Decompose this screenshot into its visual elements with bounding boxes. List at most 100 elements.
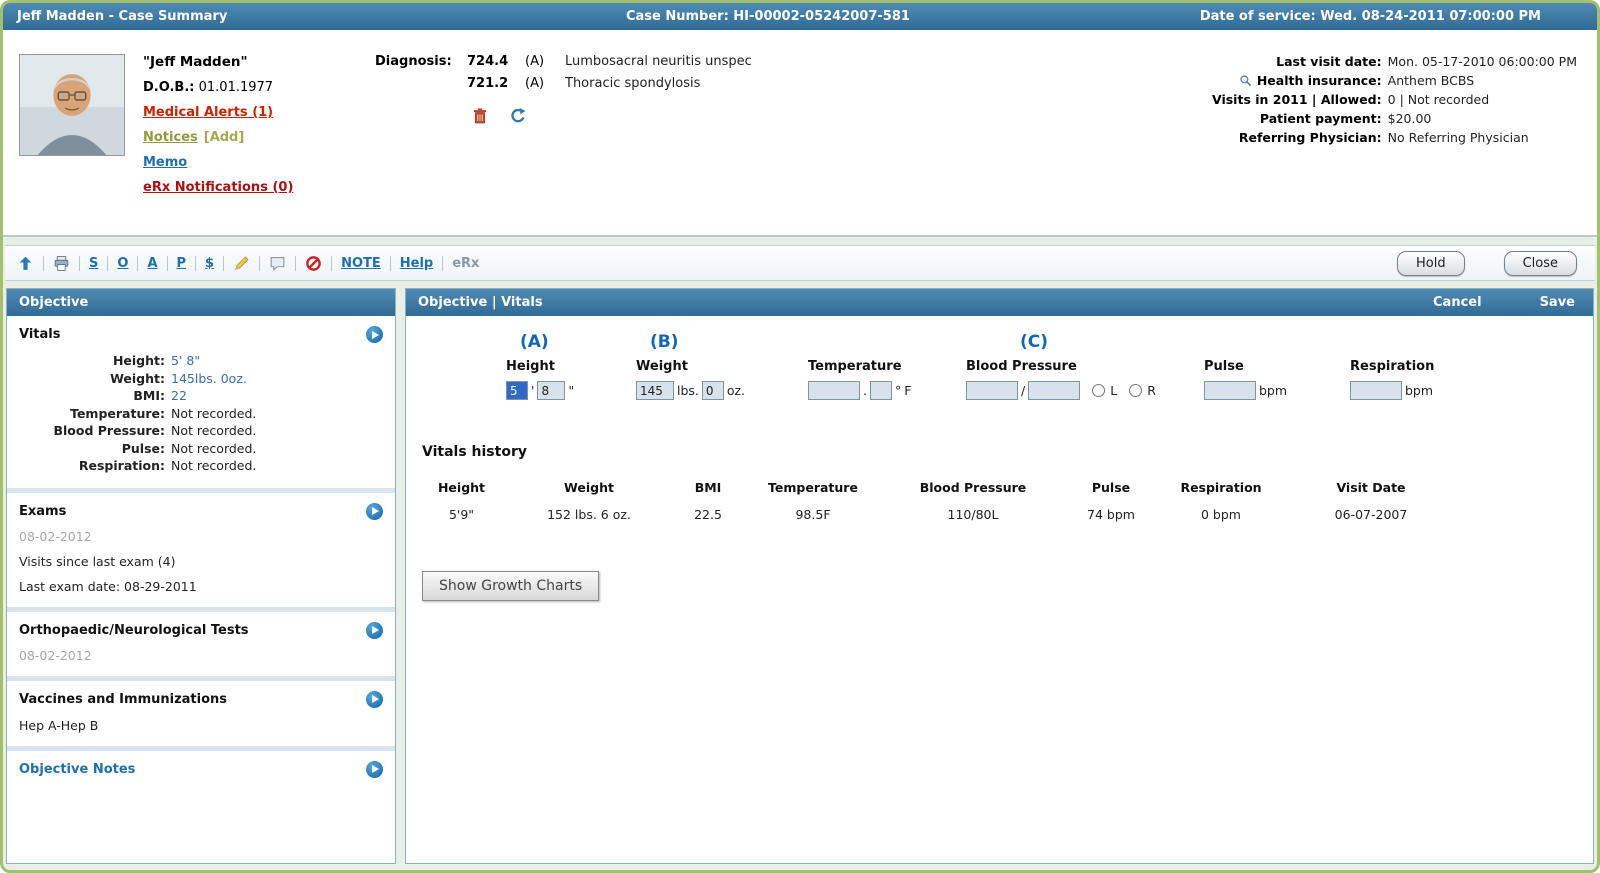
visit-info-label: Last visit date: (1276, 54, 1382, 69)
exams-section-title: Exams (19, 503, 67, 519)
window-title: Jeff Madden - Case Summary (17, 9, 228, 24)
temperature-label: Temperature (808, 359, 902, 374)
objective-notes-title[interactable]: Objective Notes (19, 762, 135, 777)
vital-value: Not recorded. (171, 440, 257, 456)
magnifier-icon[interactable] (1239, 74, 1252, 87)
toolbar-link-plan[interactable]: P (177, 256, 187, 271)
block-icon[interactable] (305, 255, 322, 272)
exams-line: Last exam date: 08-29-2011 (19, 578, 197, 594)
height-inches-input[interactable] (537, 381, 566, 400)
history-header: Respiration (1180, 480, 1262, 495)
temperature-fraction-input[interactable] (869, 381, 892, 400)
degree-symbol: ° (894, 383, 902, 398)
bp-systolic-input[interactable] (966, 381, 1018, 400)
vitals-panel-title: Objective | Vitals (418, 295, 543, 310)
visit-info-value: Anthem BCBS (1387, 73, 1475, 88)
patient-photo-image (20, 55, 124, 155)
annotation-a: (A) (520, 332, 549, 352)
toolbar-separator (43, 255, 44, 271)
print-icon[interactable] (53, 255, 70, 272)
cancel-link[interactable]: Cancel (1433, 295, 1482, 310)
memo-link[interactable]: Memo (143, 155, 187, 170)
vitals-history-title: Vitals history (422, 444, 527, 460)
medical-alerts-link[interactable]: Medical Alerts (1) (143, 105, 273, 120)
history-cell-bmi: 22.5 (694, 507, 722, 522)
fahrenheit-unit: F (904, 383, 912, 398)
vitals-panel-header: Objective | Vitals Cancel Save (406, 289, 1593, 316)
toolbar-link-assessment[interactable]: A (147, 256, 157, 271)
note-link[interactable]: NOTE (341, 256, 381, 271)
sidebar-title: Objective (19, 295, 89, 310)
title-bar: Jeff Madden - Case Summary Case Number: … (3, 3, 1597, 30)
toolbar-link-billing[interactable]: $ (205, 256, 214, 271)
expand-vaccines-icon[interactable] (366, 690, 383, 708)
show-growth-charts-button[interactable]: Show Growth Charts (422, 571, 600, 601)
toolbar-link-subjective[interactable]: S (89, 256, 98, 271)
weight-oz-input[interactable] (701, 381, 724, 400)
vital-label: Height: (112, 353, 165, 368)
date-of-service: Date of service: Wed. 08-24-2011 07:00:0… (1199, 9, 1541, 24)
toolbar-separator (295, 255, 297, 271)
close-button[interactable]: Close (1503, 250, 1577, 276)
history-header: Height (437, 480, 486, 495)
history-header: Blood Pressure (919, 480, 1027, 495)
notices-add-link[interactable]: [Add] (204, 130, 245, 145)
annotation-c: (C) (1020, 332, 1049, 352)
play-arrow-icon (372, 765, 379, 773)
objective-sidebar: Objective Vitals Height: 5' 8" Weight: 1… (6, 288, 396, 864)
weight-lbs-input[interactable] (636, 381, 674, 400)
diagnosis-status: (A) (525, 76, 545, 91)
bp-right-label: R (1147, 383, 1156, 398)
respiration-field-group: Respiration bpm (1350, 332, 1480, 400)
visit-info-block: Last visit date: Mon. 05-17-2010 06:00:0… (1212, 54, 1581, 227)
vital-label: BMI: (133, 388, 165, 403)
save-link[interactable]: Save (1540, 295, 1575, 310)
erx-link[interactable]: eRx (452, 256, 479, 271)
toolbar: S O A P $ NOTE Help eRx Hold Close (5, 245, 1595, 281)
objective-notes-section: Objective Notes (7, 750, 395, 791)
inches-unit: " (568, 383, 575, 398)
toolbar-link-objective[interactable]: O (117, 256, 128, 271)
diagnosis-description: Thoracic spondylosis (565, 76, 701, 91)
history-header-row: Height Weight BMI Temperature Blood Pres… (414, 476, 1455, 499)
visit-info-value: No Referring Physician (1387, 130, 1529, 145)
home-icon[interactable] (17, 255, 34, 272)
comment-icon[interactable] (269, 255, 286, 272)
pulse-input[interactable] (1204, 381, 1256, 400)
history-cell-height: 5'9" (448, 507, 475, 522)
ortho-neuro-section-title: Orthopaedic/Neurological Tests (19, 622, 249, 638)
refresh-diagnosis-icon[interactable] (509, 107, 527, 125)
respiration-bpm-unit: bpm (1405, 383, 1434, 398)
respiration-input[interactable] (1350, 381, 1402, 400)
weight-field-group: (B) Weight lbs. oz. (636, 332, 808, 400)
hold-button[interactable]: Hold (1396, 250, 1465, 276)
diagnosis-code: 724.4 (467, 54, 509, 69)
play-arrow-icon (372, 695, 379, 703)
erx-notifications-link[interactable]: eRx Notifications (0) (143, 180, 293, 195)
height-field-group: (A) Height ' " (506, 332, 636, 400)
patient-summary-panel: "Jeff Madden" D.O.B.: 01.01.1977 Medical… (3, 30, 1597, 237)
height-feet-input[interactable] (506, 381, 528, 400)
pulse-field-group: Pulse bpm (1204, 332, 1350, 400)
height-label: Height (506, 359, 555, 374)
bp-right-radio[interactable] (1129, 384, 1143, 397)
visit-info-label: Visits in 2011 | Allowed: (1212, 92, 1382, 107)
temperature-whole-input[interactable] (808, 381, 860, 400)
patient-photo (19, 54, 125, 156)
vitals-history-table: Height Weight BMI Temperature Blood Pres… (414, 476, 1455, 523)
bp-left-radio[interactable] (1092, 384, 1106, 397)
expand-exams-icon[interactable] (366, 502, 383, 520)
expand-vitals-icon[interactable] (366, 326, 383, 343)
notices-link[interactable]: Notices (143, 130, 198, 145)
expand-ortho-icon[interactable] (366, 621, 383, 639)
expand-notes-icon[interactable] (366, 760, 383, 778)
pencil-icon[interactable] (233, 255, 250, 272)
help-link[interactable]: Help (400, 256, 433, 271)
delete-diagnosis-icon[interactable] (471, 107, 489, 125)
dob-value: 01.01.1977 (198, 80, 274, 95)
bp-diastolic-input[interactable] (1028, 381, 1081, 400)
vaccines-section-title: Vaccines and Immunizations (19, 691, 228, 707)
play-arrow-icon (372, 626, 379, 634)
history-cell-pulse: 74 bpm (1087, 507, 1135, 522)
dob-label: D.O.B.: (143, 80, 195, 95)
